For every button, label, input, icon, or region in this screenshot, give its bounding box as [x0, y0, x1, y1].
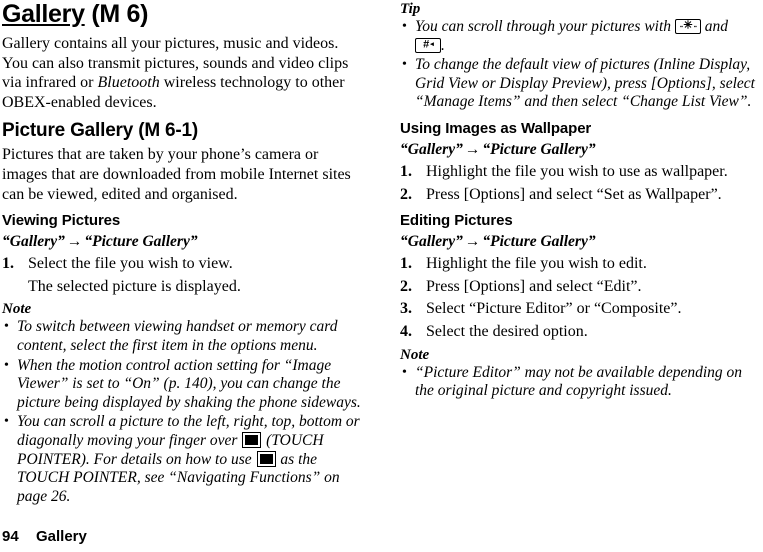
list-item: To switch between viewing handset or mem… [2, 318, 365, 355]
list-item: You can scroll through your pictures wit… [400, 18, 763, 55]
step-number: 1. [400, 162, 412, 180]
using-images-as-wallpaper-heading: Using Images as Wallpaper [400, 119, 592, 137]
page-title: Gallery (M 6) [2, 0, 365, 28]
left-column: Gallery (M 6) Gallery contains all your … [2, 0, 365, 507]
tip-list: You can scroll through your pictures wit… [400, 18, 763, 112]
editing-navpath: “Gallery” → “Picture Gallery” [400, 232, 763, 252]
step-text: Highlight the file you wish to edit. [426, 255, 647, 273]
hash-key-icon: #◂ [415, 37, 441, 53]
page-footer: 94 Gallery [2, 528, 87, 546]
step-number: 1. [2, 255, 14, 273]
page-title-text: Gallery [2, 0, 85, 28]
note-label-right: Note [400, 346, 430, 363]
bluetooth-term: Bluetooth [97, 74, 160, 92]
editing-step-4: 4. Select the desired option. [400, 322, 763, 342]
step-number: 2. [400, 277, 412, 295]
manual-page: Gallery (M 6) Gallery contains all your … [0, 0, 763, 552]
picture-gallery-heading-text: Picture Gallery [2, 120, 134, 142]
note-list-left: To switch between viewing handset or mem… [2, 318, 365, 506]
editing-pictures-heading: Editing Pictures [400, 212, 513, 230]
star-key-icon: ․․✳․․ [674, 19, 701, 34]
list-item: You can scroll a picture to the left, ri… [2, 413, 365, 506]
viewing-step-1: 1. Select the file you wish to view. [2, 254, 365, 274]
tip-scroll-part1: You can scroll through your pictures wit… [415, 18, 675, 35]
editing-step-2: 2. Press [Options] and select “Edit”. [400, 277, 763, 297]
wallpaper-navpath: “Gallery” → “Picture Gallery” [400, 140, 763, 160]
viewing-step-1-result: The selected picture is displayed. [28, 277, 241, 295]
navpath-target: “Picture Gallery” [84, 233, 198, 251]
step-number: 3. [400, 300, 412, 318]
editing-step-3: 3. Select “Picture Editor” or “Composite”… [400, 299, 763, 319]
footer-page-number: 94 [2, 528, 19, 545]
step-text: Press [Options] and select “Set as Wallp… [426, 185, 722, 203]
viewing-pictures-navpath: “Gallery” → “Picture Gallery” [2, 232, 365, 252]
step-text: Press [Options] and select “Edit”. [426, 277, 642, 295]
navpath-target: “Picture Gallery” [482, 233, 596, 251]
note-label-left: Note [2, 301, 32, 318]
navpath-source: “Gallery” [2, 233, 65, 251]
tip-label: Tip [400, 1, 421, 17]
step-number: 2. [400, 185, 412, 203]
footer-section-name: Gallery [36, 528, 87, 545]
picture-gallery-intro: Pictures that are taken by your phone’s … [2, 146, 351, 203]
viewing-pictures-heading: Viewing Pictures [2, 212, 121, 230]
arrow-right-icon: → [464, 233, 481, 251]
step-text: Highlight the file you wish to use as wa… [426, 162, 728, 180]
arrow-right-icon: → [66, 233, 83, 251]
tip-scroll-part3: . [441, 36, 445, 54]
list-item: When the motion control action setting f… [2, 357, 365, 413]
page-title-code: (M 6) [84, 0, 149, 28]
navpath-source: “Gallery” [400, 233, 463, 251]
arrow-right-icon: → [464, 140, 481, 158]
navpath-source: “Gallery” [400, 140, 463, 158]
hash-key-glyph: # [423, 38, 430, 51]
step-text: Select the desired option. [426, 322, 588, 340]
tip-scroll-part2: and [700, 18, 729, 35]
navpath-target: “Picture Gallery” [482, 140, 596, 158]
step-number: 4. [400, 322, 412, 340]
picture-gallery-heading-code: (M 6-1) [133, 120, 199, 142]
list-item: “Picture Editor” may not be available de… [400, 364, 763, 401]
editing-step-1: 1. Highlight the file you wish to edit. [400, 254, 763, 274]
star-key-glyph: ✳ [683, 19, 693, 32]
list-item: To change the default view of pictures (… [400, 56, 763, 112]
step-text: Select “Picture Editor” or “Composite”. [426, 300, 682, 318]
touch-pointer-icon [242, 431, 262, 448]
wallpaper-step-1: 1. Highlight the file you wish to use as … [400, 162, 763, 182]
picture-gallery-heading: Picture Gallery (M 6-1) [2, 120, 365, 142]
right-column: Tip You can scroll through your pictures… [400, 0, 763, 402]
wallpaper-step-2: 2. Press [Options] and select “Set as Wal… [400, 185, 763, 205]
step-text: Select the file you wish to view. [28, 255, 233, 273]
step-number: 1. [400, 255, 412, 273]
touch-pointer-icon [256, 450, 276, 467]
note-list-right: “Picture Editor” may not be available de… [400, 364, 763, 401]
gallery-intro-paragraph: Gallery contains all your pictures, musi… [2, 34, 365, 112]
